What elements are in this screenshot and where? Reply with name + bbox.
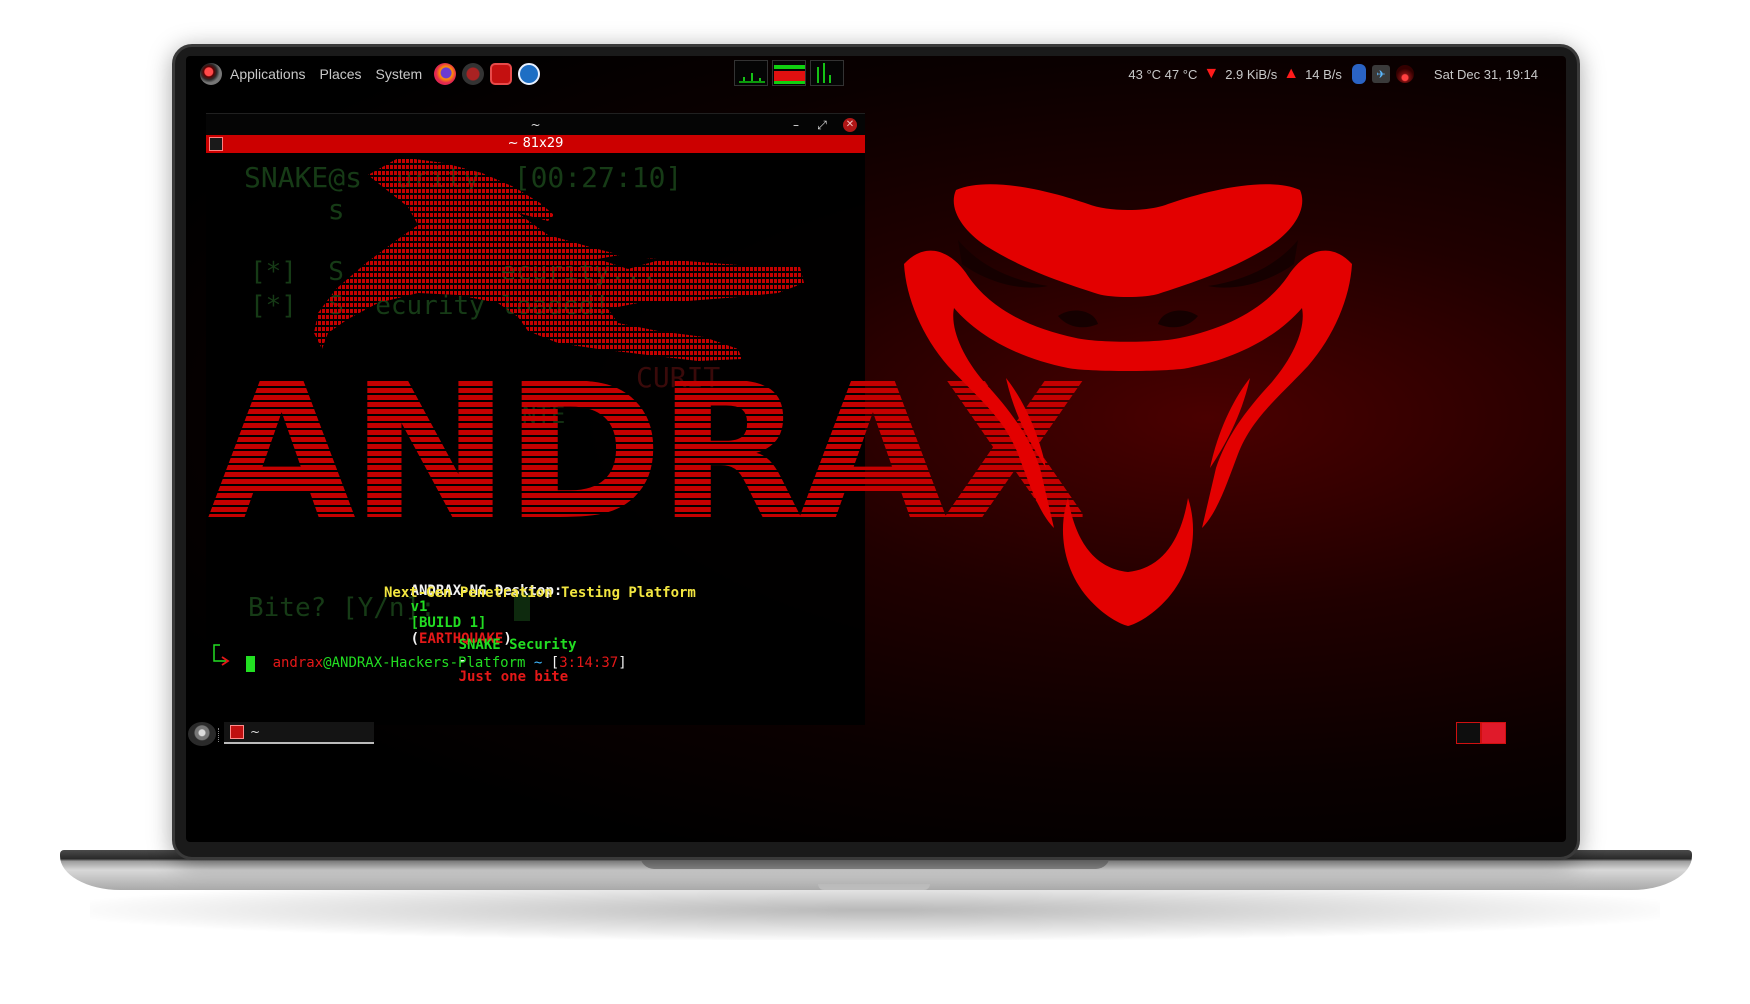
terminal-icon[interactable] bbox=[490, 63, 513, 85]
top-panel: Applications Places System 43 °C 47 °C ▼… bbox=[186, 56, 1566, 92]
window-title: ~ bbox=[530, 118, 541, 132]
snake-wallpaper-logo bbox=[904, 184, 1352, 626]
browser-icon[interactable] bbox=[518, 63, 541, 85]
download-arrow-icon: ▼ bbox=[1203, 65, 1220, 82]
workspace-2[interactable] bbox=[1481, 722, 1506, 744]
network-manager-icon[interactable]: ✈ bbox=[1371, 65, 1390, 83]
panel-separator bbox=[218, 728, 221, 742]
terminal-tab[interactable]: ~ 81x29 bbox=[206, 135, 865, 153]
tab-title: ~ 81x29 bbox=[507, 136, 564, 151]
tool-icon[interactable] bbox=[462, 63, 485, 85]
close-button[interactable]: ✕ bbox=[843, 118, 857, 132]
network-graph bbox=[810, 60, 844, 86]
workspace-1[interactable] bbox=[1456, 722, 1481, 744]
taskbar-terminal-button[interactable]: ~ bbox=[224, 722, 374, 744]
menu-places[interactable]: Places bbox=[320, 66, 362, 82]
terminal-task-icon bbox=[230, 725, 244, 739]
upload-arrow-icon: ▲ bbox=[1283, 65, 1300, 82]
task-label: ~ bbox=[250, 725, 261, 739]
memory-graph bbox=[772, 60, 806, 86]
firefox-icon[interactable] bbox=[434, 63, 457, 85]
andrax-menu-icon[interactable] bbox=[200, 63, 222, 85]
upload-speed: 14 B/s bbox=[1305, 66, 1342, 82]
bottom-panel: ~ bbox=[186, 720, 1566, 750]
laptop-notch bbox=[818, 884, 930, 890]
tab-menu-icon[interactable] bbox=[209, 137, 223, 151]
wifi-icon[interactable] bbox=[1395, 65, 1414, 83]
system-monitor[interactable] bbox=[734, 60, 844, 86]
prompt-line: andrax@ANDRAX-Hackers-Platform ~ [3:14:3… bbox=[272, 655, 627, 671]
terminal-body[interactable]: SNAKE@s urity [00:27:10] s [*] S ecurity… bbox=[206, 153, 1089, 725]
minimize-button[interactable]: – bbox=[787, 114, 805, 136]
clock[interactable]: Sat Dec 31, 19:14 bbox=[1434, 67, 1538, 82]
menu-system[interactable]: System bbox=[376, 66, 423, 82]
bluetooth-icon[interactable] bbox=[1351, 64, 1366, 84]
maximize-button[interactable]: ⤢ bbox=[813, 114, 831, 136]
terminal-cursor bbox=[246, 656, 255, 672]
temperature-readout: 43 °C 47 °C bbox=[1128, 66, 1198, 82]
system-tray: 43 °C 47 °C ▼ 2.9 KiB/s ▲ 14 B/s ✈ Sat D… bbox=[1128, 56, 1538, 92]
banner-line-2: Next-Gen Penetration Testing Platform bbox=[384, 585, 696, 601]
cpu-graph bbox=[734, 60, 768, 86]
menu-applications[interactable]: Applications bbox=[230, 66, 306, 82]
download-speed: 2.9 KiB/s bbox=[1225, 66, 1278, 82]
terminal-titlebar[interactable]: ~ – ⤢ ✕ bbox=[206, 113, 865, 135]
workspace-switcher[interactable] bbox=[1456, 722, 1506, 744]
show-desktop-icon[interactable] bbox=[188, 722, 216, 746]
desktop-screen: Applications Places System 43 °C 47 °C ▼… bbox=[186, 56, 1566, 842]
